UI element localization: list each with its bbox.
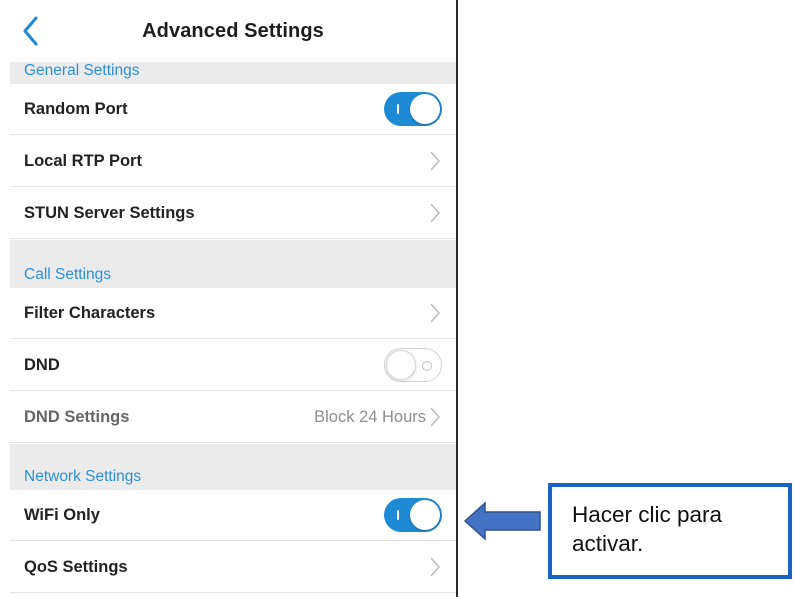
stun-server-settings-row[interactable]: STUN Server Settings [10,188,456,239]
row-label: Local RTP Port [24,151,142,170]
row-label: Random Port [24,99,128,118]
row-label: Filter Characters [24,303,156,322]
random-port-toggle[interactable] [384,92,442,126]
random-port-row[interactable]: Random Port [10,84,456,135]
chevron-left-icon[interactable] [18,14,46,48]
row-label: WiFi Only [24,505,100,524]
arrow-left-icon [463,501,541,541]
callout-text: Hacer clic para activar. [572,502,723,557]
settings-screen: Advanced Settings General Settings Rando… [10,0,456,597]
section-header-call: Call Settings [10,240,456,288]
toggle-on-mark-icon [397,510,399,520]
dnd-toggle[interactable] [384,348,442,382]
annotation-callout: Hacer clic para activar. [548,483,792,579]
section-title: Call Settings [24,266,112,283]
screen-edge-divider [456,0,458,597]
section-title: General Settings [24,62,140,79]
toggle-knob [410,500,440,530]
chevron-right-icon [430,557,441,577]
dnd-row[interactable]: DND [10,340,456,391]
row-label: DND Settings [24,407,130,426]
wifi-only-row[interactable]: WiFi Only [10,490,456,541]
toggle-off-mark-icon [422,361,432,371]
toggle-on-mark-icon [397,104,399,114]
navigation-bar: Advanced Settings [10,0,456,62]
row-label: QoS Settings [24,557,128,576]
dnd-settings-row[interactable]: DND Settings Block 24 Hours [10,392,456,443]
section-header-general: General Settings [10,62,456,84]
row-label: STUN Server Settings [24,203,195,222]
chevron-right-icon [430,151,441,171]
wifi-only-toggle[interactable] [384,498,442,532]
qos-settings-row[interactable]: QoS Settings [10,542,456,593]
chevron-right-icon [430,407,441,427]
toggle-knob [410,94,440,124]
section-header-network: Network Settings [10,444,456,490]
toggle-knob [386,350,416,380]
row-label: DND [24,355,60,374]
chevron-right-icon [430,203,441,223]
filter-characters-row[interactable]: Filter Characters [10,288,456,339]
dnd-settings-value: Block 24 Hours [314,407,426,426]
section-title: Network Settings [24,468,142,485]
chevron-right-icon [430,303,441,323]
local-rtp-port-row[interactable]: Local RTP Port [10,136,456,187]
page-title: Advanced Settings [142,19,324,42]
